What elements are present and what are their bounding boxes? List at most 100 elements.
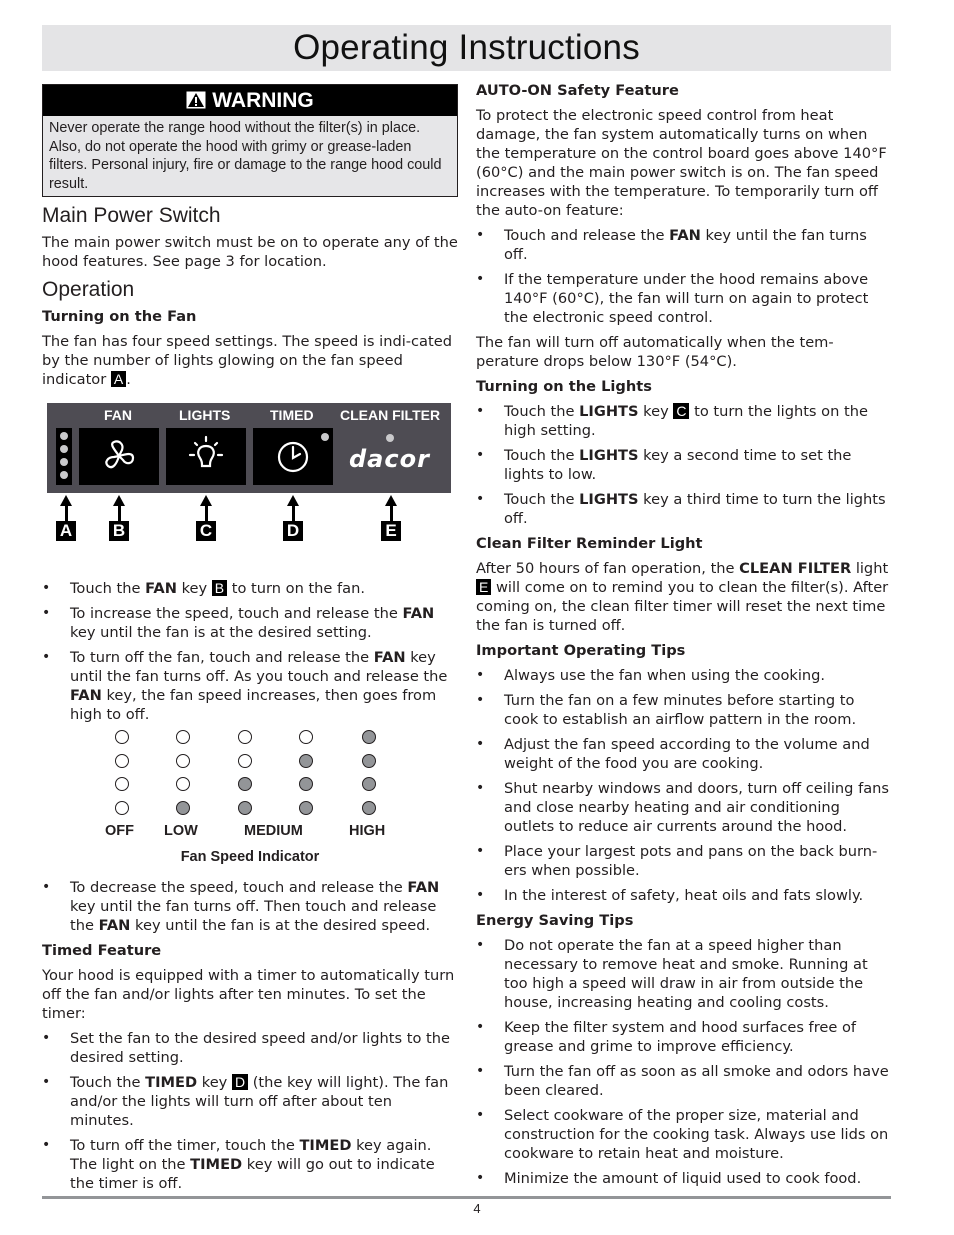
fsi-column: [112, 730, 132, 824]
turning-on-fan-heading: Turning on the Fan: [42, 308, 197, 325]
clean-filter-light: [386, 434, 394, 442]
list-item: Shut nearby windows and doors, turn off …: [476, 779, 890, 836]
title-bar: Operating Instructions: [42, 25, 891, 71]
operating-tips-heading: Important Operating Tips: [476, 642, 686, 659]
footer-divider: [42, 1196, 891, 1199]
fan-key[interactable]: [79, 428, 159, 485]
arrow-up-icon: [60, 495, 72, 506]
callout-d: D: [283, 495, 303, 541]
fsi-column: [359, 730, 379, 824]
fan-icon: [105, 440, 135, 469]
energy-tips-heading: Energy Saving Tips: [476, 912, 634, 929]
clean-filter-heading: Clean Filter Reminder Light: [476, 535, 703, 552]
list-item: To decrease the speed, touch and release…: [42, 878, 458, 935]
control-panel: FAN LIGHTS TIMED CLEAN FILTER dacor: [47, 403, 451, 493]
arrow-up-icon: [385, 495, 397, 506]
fsi-light-on: [299, 753, 313, 768]
list-item: Turn the fan off as soon as all smoke an…: [476, 1062, 890, 1100]
list-item: Select cookware of the proper size, mate…: [476, 1106, 890, 1163]
light-bulb-icon: [188, 435, 224, 468]
list-item: Keep the filter system and hood surfaces…: [476, 1018, 890, 1056]
warning-triangle-icon: [186, 87, 206, 118]
auto-on-bullets: Touch and release the FAN key until the …: [476, 226, 890, 327]
timed-key[interactable]: [253, 428, 333, 485]
callout-a: A: [56, 495, 76, 541]
list-item: Turn the fan on a few minutes before sta…: [476, 691, 890, 729]
main-power-text: The main power switch must be on to oper…: [42, 234, 458, 270]
auto-on-outro: The fan will turn off automatically when…: [476, 334, 834, 370]
callout-letter: A: [56, 521, 76, 541]
fan-intro: The fan has four speed settings. The spe…: [42, 332, 458, 389]
callout-tag-a: A: [110, 371, 127, 387]
arrow-up-icon: [113, 495, 125, 506]
list-item: To turn off the timer, touch the TIMED k…: [42, 1136, 458, 1193]
timed-feature-heading: Timed Feature: [42, 942, 162, 959]
dacor-logo: dacor: [349, 445, 430, 473]
fsi-light-off: [115, 800, 129, 815]
operating-tips-list: Always use the fan when using the cookin…: [476, 666, 890, 905]
fsi-light-on: [176, 800, 190, 815]
lights-key-label: LIGHTS: [179, 407, 231, 423]
list-item: Touch the TIMED key D (the key will ligh…: [42, 1073, 458, 1130]
lights-bullets: Touch the LIGHTS key C to turn the light…: [476, 402, 890, 528]
auto-on-intro: To protect the electronic speed control …: [476, 107, 887, 219]
fsi-column: [173, 730, 193, 824]
left-column: WARNING Never operate the range hood wit…: [42, 84, 458, 1199]
fan-speed-indicator-diagram: OFF LOW MEDIUM HIGH Fan Speed Indicator: [42, 730, 458, 870]
list-item: Touch the LIGHTS key C to turn the light…: [476, 402, 890, 440]
lights-heading: Turning on the Lights: [476, 378, 652, 395]
callout-e: E: [381, 495, 401, 541]
fsi-label-off: OFF: [105, 823, 134, 839]
fsi-light-off: [299, 730, 313, 744]
main-power-heading: Main Power Switch: [42, 204, 221, 227]
callout-letter: E: [381, 521, 401, 541]
callout-tag-b: B: [211, 580, 228, 596]
warning-header: WARNING: [43, 85, 457, 116]
fan-speed-indicator-strip: [56, 428, 72, 485]
fan-intro-end: .: [126, 371, 131, 388]
timed-bullets: Set the fan to the desired speed and/or …: [42, 1029, 458, 1193]
fsi-light-off: [238, 753, 252, 768]
arrow-up-icon: [200, 495, 212, 506]
list-item: In the interest of safety, heat oils and…: [476, 886, 890, 905]
timed-indicator-light: [321, 433, 329, 441]
fsi-light-off: [176, 730, 190, 744]
auto-on-heading: AUTO-ON Safety Feature: [476, 82, 679, 99]
fsi-label-low: LOW: [164, 823, 198, 839]
fsi-light-on: [362, 753, 376, 768]
callout-b: B: [109, 495, 129, 541]
indicator-light: [60, 458, 68, 466]
fsi-light-off: [176, 777, 190, 791]
fsi-column: [296, 730, 316, 824]
decrease-bullets: To decrease the speed, touch and release…: [42, 878, 458, 935]
fsi-label-high: HIGH: [349, 823, 386, 839]
right-column: AUTO-ON Safety Feature To protect the el…: [476, 81, 890, 1194]
fsi-light-on: [362, 730, 376, 744]
indicator-light: [60, 445, 68, 453]
fsi-light-on: [362, 800, 376, 815]
list-item: Do not operate the fan at a speed higher…: [476, 936, 890, 1012]
callout-c: C: [196, 495, 216, 541]
list-item: Touch the FAN key B to turn on the fan.: [42, 579, 458, 598]
clean-filter-label: CLEAN FILTER: [340, 407, 441, 423]
fsi-light-off: [115, 753, 129, 768]
fsi-light-off: [238, 730, 252, 744]
energy-tips-list: Do not operate the fan at a speed higher…: [476, 936, 890, 1188]
fan-bullets: Touch the FAN key B to turn on the fan. …: [42, 579, 458, 724]
fan-key-label: FAN: [104, 407, 132, 423]
control-panel-diagram: FAN LIGHTS TIMED CLEAN FILTER dacor A B …: [42, 403, 458, 573]
callout-letter: C: [196, 521, 216, 541]
warning-heading: WARNING: [212, 89, 314, 112]
clean-filter-text: After 50 hours of fan operation, the CLE…: [476, 560, 889, 634]
page-number: 4: [473, 1201, 481, 1216]
lights-key[interactable]: [166, 428, 246, 485]
callout-letter: B: [109, 521, 129, 541]
timed-intro: Your hood is equipped with a timer to au…: [42, 967, 455, 1022]
list-item: Set the fan to the desired speed and/or …: [42, 1029, 458, 1067]
list-item: Always use the fan when using the cookin…: [476, 666, 890, 685]
fsi-light-on: [362, 777, 376, 791]
list-item: To increase the speed, touch and release…: [42, 604, 458, 642]
timed-key-label: TIMED: [270, 407, 314, 423]
fsi-light-off: [176, 753, 190, 768]
callout-tag-d: D: [231, 1074, 249, 1090]
